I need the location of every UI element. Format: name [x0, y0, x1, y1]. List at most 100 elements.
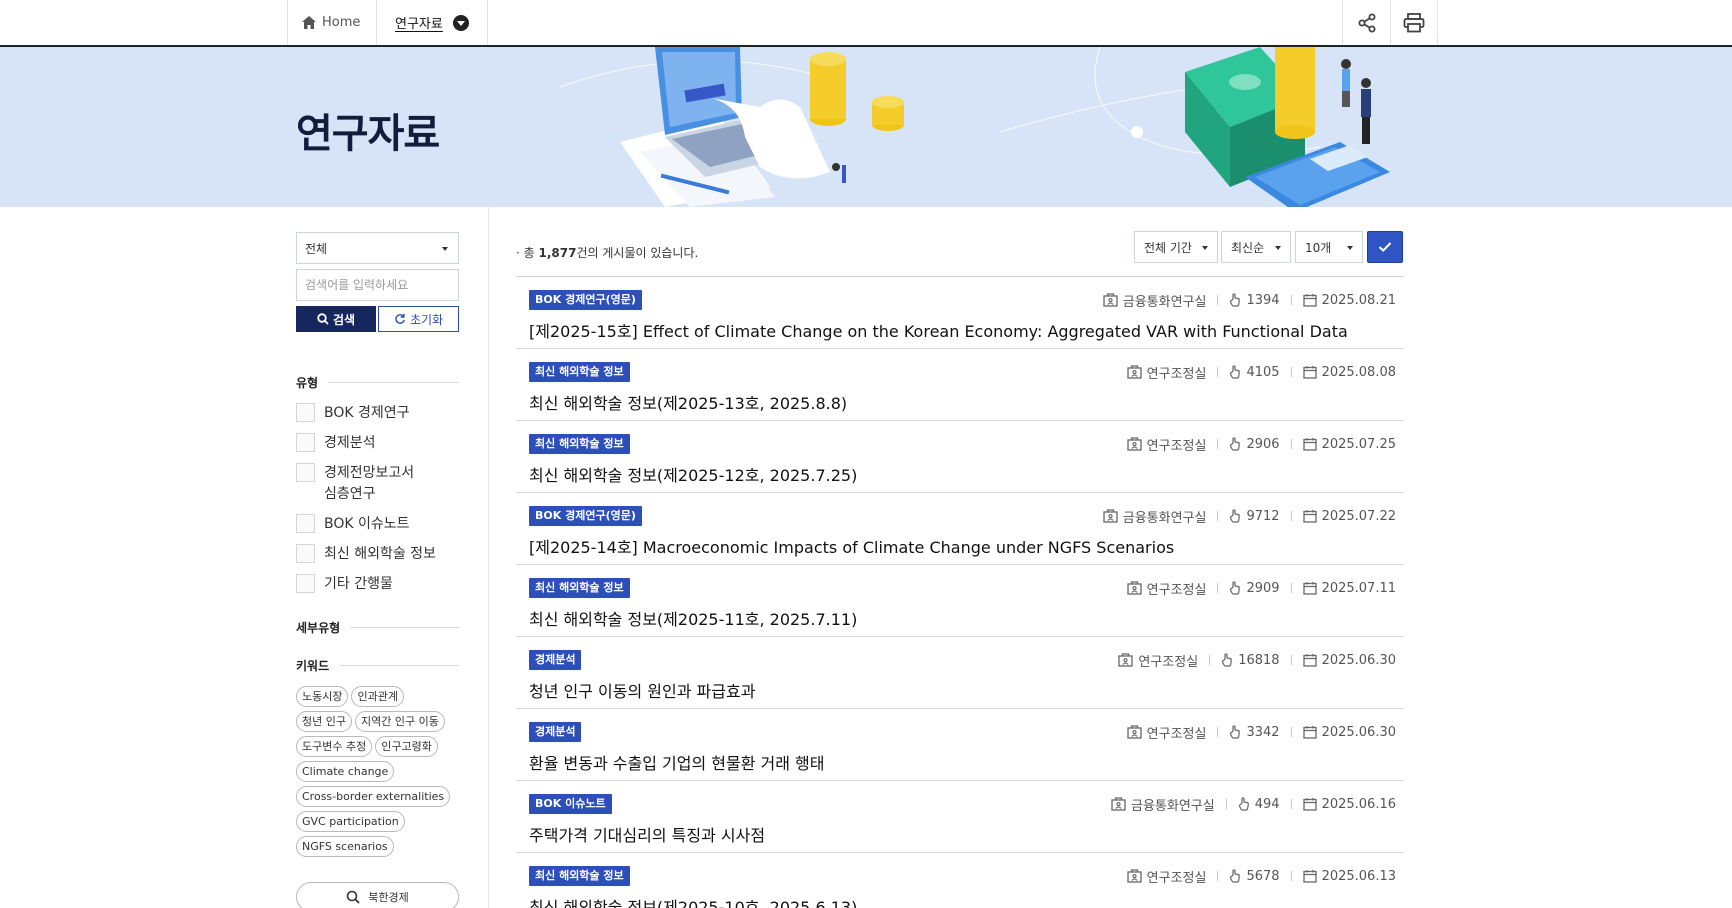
views-icon: [1230, 869, 1241, 883]
checkbox[interactable]: [296, 403, 315, 422]
list-item[interactable]: 최신 해외학술 정보 연구조정실 4105 2025.08.08 최신 해외학술…: [516, 349, 1404, 421]
post-date: 2025.08.21: [1321, 292, 1396, 308]
search-input[interactable]: [296, 269, 459, 301]
item-title-link[interactable]: 최신 해외학술 정보(제2025-12호, 2025.7.25): [529, 462, 857, 486]
calendar-icon: [1302, 726, 1317, 739]
department: 연구조정실: [1146, 870, 1207, 886]
item-title-link[interactable]: 최신 해외학술 정보(제2025-13호, 2025.8.8): [529, 390, 847, 414]
meta-separator: [1290, 583, 1292, 593]
list-item[interactable]: 경제분석 연구조정실 16818 2025.06.30 청년 인구 이동의 원인…: [516, 637, 1404, 709]
period-select[interactable]: 전체 기간: [1134, 231, 1218, 263]
item-title-link[interactable]: 최신 해외학술 정보(제2025-10호, 2025.6.13): [529, 894, 857, 908]
item-title-link[interactable]: 환율 변동과 수출입 기업의 현물환 거래 행태: [529, 750, 824, 774]
keyword-tag[interactable]: 청년 인구: [296, 711, 352, 732]
checkbox[interactable]: [296, 514, 315, 533]
keyword-tag[interactable]: 인과관계: [351, 686, 404, 707]
keyword-tag[interactable]: 지역간 인구 이동: [354, 711, 445, 732]
item-title-link[interactable]: 청년 인구 이동의 원인과 파급효과: [529, 678, 755, 702]
category-badge: 최신 해외학술 정보: [529, 866, 630, 886]
checkbox[interactable]: [296, 463, 315, 482]
period-select-value: 전체 기간: [1144, 240, 1192, 255]
calendar-icon: [1302, 510, 1317, 523]
divider: [350, 627, 459, 628]
reset-button[interactable]: 초기화: [378, 306, 459, 332]
item-title-link[interactable]: 최신 해외학술 정보(제2025-11호, 2025.7.11): [529, 606, 857, 630]
department-icon: [1118, 653, 1134, 667]
sort-select[interactable]: 최신순: [1221, 231, 1291, 263]
meta-separator: [1290, 727, 1292, 737]
department: 연구조정실: [1138, 654, 1199, 670]
type-checkbox-outlook-report[interactable]: 경제전망보고서 심층연구: [296, 463, 459, 505]
item-meta: 연구조정실 2909 2025.07.11: [1127, 578, 1396, 598]
search-button[interactable]: 검색: [296, 306, 376, 332]
keyword-tag[interactable]: 인구고령화: [375, 736, 438, 757]
keyword-tag[interactable]: GVC participation: [296, 811, 405, 832]
item-meta: 연구조정실 2906 2025.07.25: [1127, 434, 1396, 454]
type-checkbox-overseas-info[interactable]: 최신 해외학술 정보: [296, 544, 459, 565]
keyword-tag[interactable]: Climate change: [296, 761, 395, 782]
list-item[interactable]: BOK 경제연구(영문) 금융통화연구실 1394 2025.08.21 [제2…: [516, 277, 1404, 349]
keyword-tag[interactable]: 노동시장: [296, 686, 349, 707]
item-title-link[interactable]: [제2025-14호] Macroeconomic Impacts of Cli…: [529, 534, 1174, 558]
view-count: 2906: [1246, 436, 1280, 452]
department-icon: [1127, 365, 1142, 379]
type-checkbox-issue-note[interactable]: BOK 이슈노트: [296, 514, 459, 535]
checkbox[interactable]: [296, 574, 315, 593]
meta-separator: [1290, 655, 1292, 665]
page-size-select-value: 10개: [1305, 240, 1332, 255]
list-item[interactable]: 최신 해외학술 정보 연구조정실 2906 2025.07.25 최신 해외학술…: [516, 421, 1404, 493]
category-badge: 경제분석: [529, 650, 582, 670]
item-title-link[interactable]: 주택가격 기대심리의 특징과 시사점: [529, 822, 765, 846]
print-button[interactable]: [1390, 0, 1438, 45]
department-icon: [1127, 581, 1142, 595]
category-select-value: 전체: [305, 241, 328, 256]
total-prefix: 총: [523, 246, 539, 260]
type-section-heading: 유형: [296, 374, 459, 391]
apply-button[interactable]: [1367, 231, 1403, 263]
chevron-down-icon: [452, 14, 469, 31]
views-icon: [1230, 437, 1241, 451]
type-checkbox-bok-research[interactable]: BOK 경제연구: [296, 403, 459, 424]
category-select[interactable]: 전체: [296, 232, 459, 264]
view-count: 3342: [1246, 724, 1280, 740]
checkbox[interactable]: [296, 544, 315, 563]
calendar-icon: [1302, 582, 1317, 595]
meta-separator: [1217, 871, 1219, 881]
meta-separator: [1290, 511, 1292, 521]
search-icon: [317, 313, 329, 325]
list-item[interactable]: BOK 이슈노트 금융통화연구실 494 2025.06.16 주택가격 기대심…: [516, 781, 1404, 853]
post-date: 2025.06.30: [1321, 724, 1396, 740]
category-badge: BOK 경제연구(영문): [529, 290, 642, 310]
keyword-tag[interactable]: NGFS scenarios: [296, 836, 394, 857]
north-korea-economy-button[interactable]: 북한경제: [296, 882, 459, 908]
view-count: 16818: [1238, 652, 1280, 668]
keyword-tag[interactable]: 도구변수 추정: [296, 736, 373, 757]
reset-button-label: 초기화: [409, 312, 444, 327]
post-date: 2025.08.08: [1321, 364, 1396, 380]
views-icon: [1230, 581, 1241, 595]
type-checkbox-other-publications[interactable]: 기타 간행물: [296, 574, 459, 595]
item-meta: 연구조정실 16818 2025.06.30: [1118, 650, 1396, 670]
home-link[interactable]: Home: [287, 0, 377, 45]
meta-separator: [1225, 799, 1227, 809]
keyword-tag[interactable]: Cross-border externalities: [296, 786, 451, 807]
meta-separator: [1217, 583, 1219, 593]
keyword-section-heading: 키워드: [296, 657, 459, 674]
department: 연구조정실: [1146, 438, 1207, 454]
search-button-label: 검색: [332, 312, 356, 327]
list-item[interactable]: 최신 해외학술 정보 연구조정실 2909 2025.07.11 최신 해외학술…: [516, 565, 1404, 637]
current-section-dropdown[interactable]: 연구자료: [377, 0, 488, 45]
meta-separator: [1217, 367, 1219, 377]
list-item[interactable]: BOK 경제연구(영문) 금융통화연구실 9712 2025.07.22 [제2…: [516, 493, 1404, 565]
item-title-link[interactable]: [제2025-15호] Effect of Climate Change on …: [529, 318, 1348, 342]
page-banner: 연구자료: [0, 47, 1732, 207]
page-size-select[interactable]: 10개: [1295, 231, 1363, 263]
checkbox-label: 경제전망보고서 심층연구: [324, 465, 415, 502]
category-badge: 최신 해외학술 정보: [529, 434, 630, 454]
checkbox[interactable]: [296, 433, 315, 452]
subtype-heading-label: 세부유형: [296, 621, 341, 635]
list-item[interactable]: 최신 해외학술 정보 연구조정실 5678 2025.06.13 최신 해외학술…: [516, 853, 1404, 908]
list-item[interactable]: 경제분석 연구조정실 3342 2025.06.30 환율 변동과 수출입 기업…: [516, 709, 1404, 781]
type-checkbox-economic-analysis[interactable]: 경제분석: [296, 433, 459, 454]
share-button[interactable]: [1342, 0, 1390, 45]
